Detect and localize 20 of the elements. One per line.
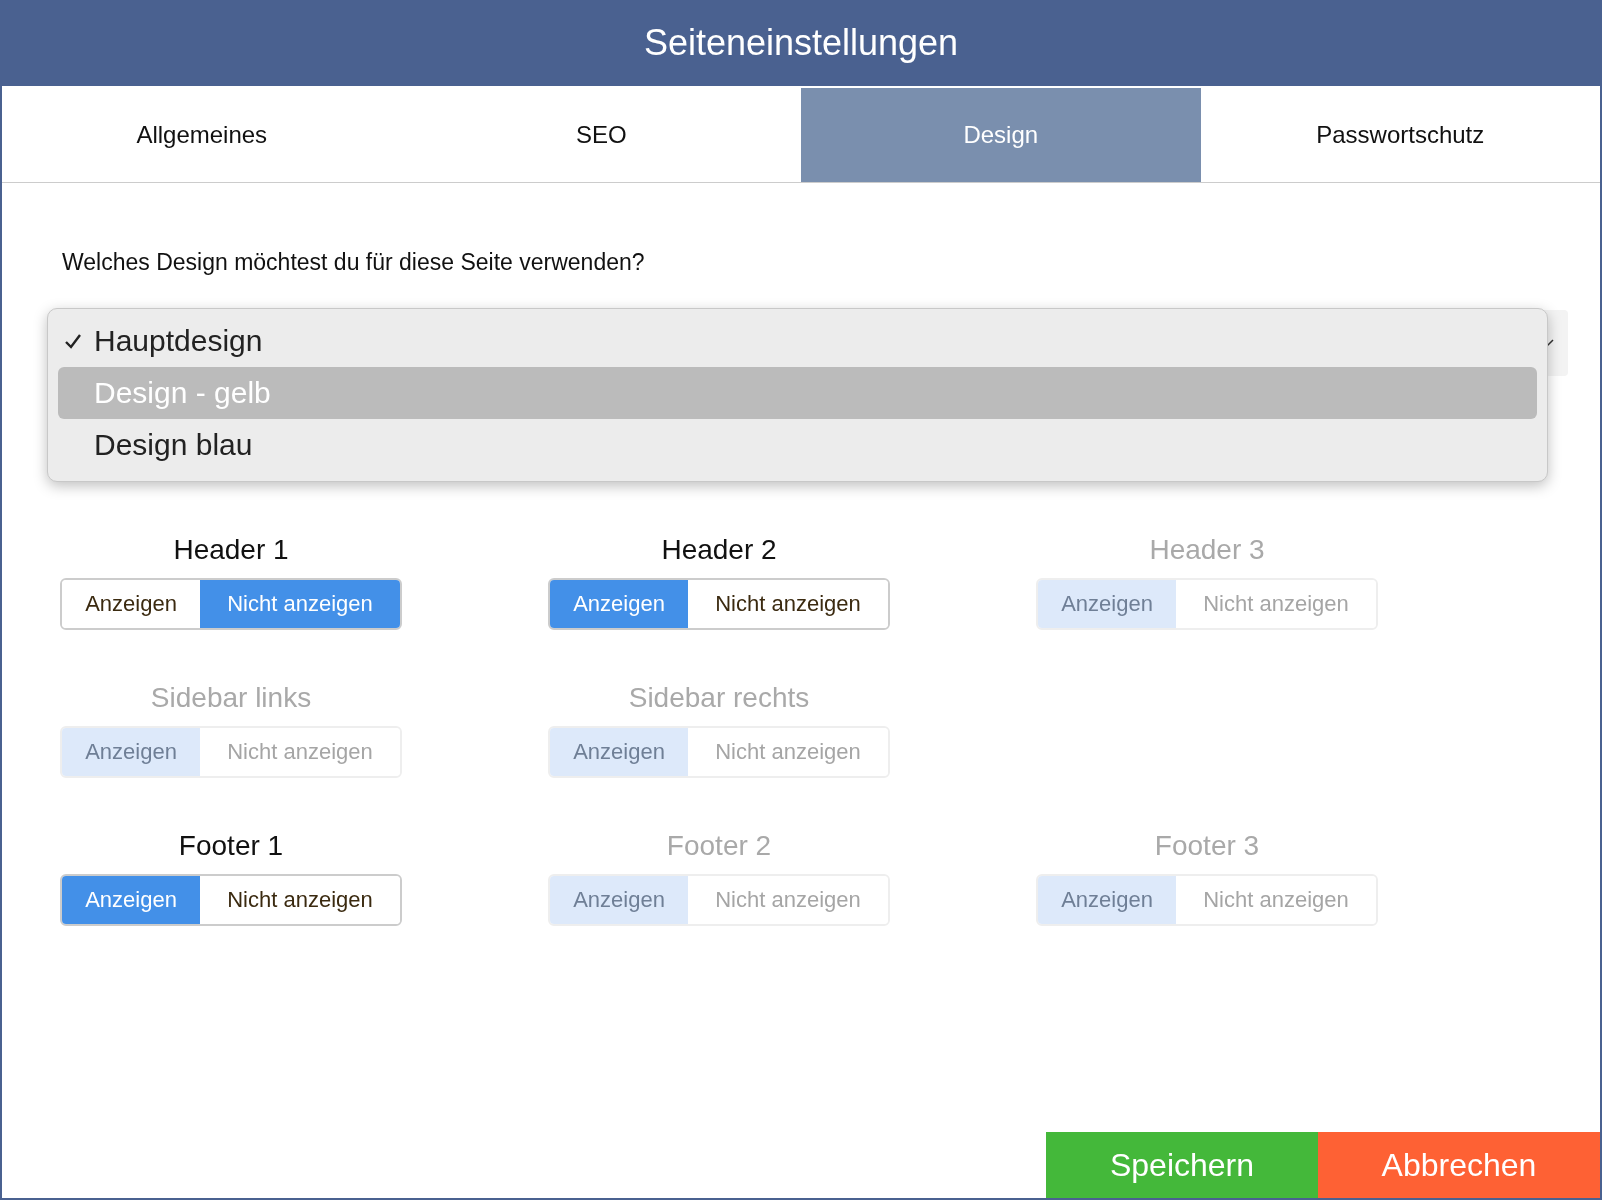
section-label: Header 3 — [1149, 534, 1265, 566]
toggle-option[interactable]: Anzeigen — [550, 580, 688, 628]
question-text: Welches Design möchtest du für diese Seite verwenden? — [62, 249, 646, 276]
cancel-button[interactable]: Abbrechen — [1318, 1132, 1600, 1198]
section-label: Footer 2 — [666, 830, 772, 862]
toggle-option[interactable]: Nicht anzeigen — [200, 580, 400, 628]
section-label: Header 2 — [661, 534, 777, 566]
checkmark-icon — [64, 333, 82, 349]
section-label: Sidebar rechts — [628, 682, 810, 714]
section-label: Sidebar links — [150, 682, 312, 714]
section-label: Footer 1 — [178, 830, 284, 862]
menu-option[interactable]: Design - gelb — [58, 367, 1537, 419]
save-button[interactable]: Speichern — [1046, 1132, 1318, 1198]
menu-option[interactable]: Hauptdesign — [58, 315, 1537, 367]
menu-option[interactable]: Design blau — [58, 419, 1537, 471]
toggle-option[interactable]: Anzeigen — [62, 876, 200, 924]
window-title: Seiteneinstellungen — [643, 22, 959, 64]
tab[interactable]: Design — [801, 88, 1201, 182]
section-label: Header 1 — [173, 534, 289, 566]
section-label: Footer 3 — [1154, 830, 1260, 862]
